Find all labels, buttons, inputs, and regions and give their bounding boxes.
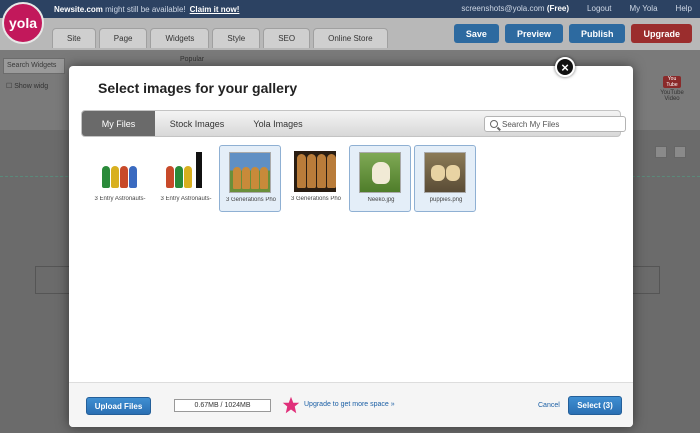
account-plan: (Free) (546, 4, 570, 13)
file-thumbnail[interactable]: 3 Generations Pho (285, 145, 347, 212)
file-thumbnail[interactable]: 3 Entry Astronauts- (89, 145, 151, 212)
astronauts-image (164, 151, 206, 192)
tab-stock-images[interactable]: Stock Images (155, 111, 239, 136)
file-thumbnail-selected[interactable]: 3 Generations Pho (219, 145, 281, 212)
top-bar: Newsite.com might still be available! Cl… (0, 0, 700, 18)
yola-logo[interactable]: yola (2, 2, 44, 44)
gallery-dialog: Select images for your gallery My Files … (69, 66, 633, 427)
editor-tabs: Site Page Widgets Style SEO Online Store (52, 28, 388, 48)
tab-online-store[interactable]: Online Store (313, 28, 388, 48)
file-thumbnail[interactable]: 3 Entry Astronauts- (155, 145, 217, 212)
puppies-image (424, 152, 466, 193)
tab-style[interactable]: Style (212, 28, 261, 48)
youtube-widget[interactable]: You Tube YouTube Video (652, 76, 692, 102)
show-widgets-label: Show widg (14, 83, 49, 90)
tab-my-files[interactable]: My Files (82, 111, 155, 136)
file-thumbnail-selected[interactable]: puppies.png (414, 145, 476, 212)
upload-files-button[interactable]: Upload Files (86, 397, 151, 415)
tab-yola-images[interactable]: Yola Images (239, 111, 317, 136)
account-email: screenshots@yola.com (461, 4, 545, 13)
source-tabs: My Files Stock Images Yola Images Search… (81, 110, 626, 137)
search-icon (490, 120, 498, 128)
file-search-input[interactable]: Search My Files (484, 116, 626, 132)
my-yola-link[interactable]: My Yola (630, 4, 658, 13)
white-dog-image (359, 152, 401, 193)
select-button[interactable]: Select (3) (568, 396, 622, 415)
astronauts-image (98, 151, 140, 192)
file-caption: 3 Entry Astronauts- (94, 196, 146, 202)
dialog-title: Select images for your gallery (98, 80, 298, 96)
file-caption: 3 Generations Pho (290, 196, 342, 202)
show-widgets-checkbox[interactable]: ☐ Show widg (6, 82, 48, 90)
tab-widgets[interactable]: Widgets (150, 28, 210, 48)
file-caption: Neeko.jpg (367, 197, 395, 203)
logout-link[interactable]: Logout (587, 4, 611, 13)
domain-availability: might still be available! (105, 4, 186, 14)
golden-retrievers-image (294, 151, 336, 192)
dialog-footer: Upload Files 0.67MB / 1024MB Upgrade to … (69, 382, 633, 427)
storage-usage: 0.67MB / 1024MB (174, 399, 271, 412)
settings-icon[interactable] (655, 146, 667, 158)
golden-retrievers-image (229, 152, 271, 193)
file-caption: puppies.png (429, 197, 463, 203)
account-links: screenshots@yola.com (Free) Logout My Yo… (461, 4, 692, 13)
domain-name: Newsite.com (54, 4, 103, 14)
file-grid: 3 Entry Astronauts- 3 Entry Astronauts- … (89, 145, 609, 213)
preview-button[interactable]: Preview (504, 24, 563, 43)
publish-button[interactable]: Publish (568, 24, 626, 43)
widget-search-input[interactable]: Search Widgets (3, 58, 65, 74)
upgrade-space-link[interactable]: Upgrade to get more space » (304, 401, 395, 408)
account-info: screenshots@yola.com (Free) (461, 4, 569, 13)
youtube-icon: You Tube (663, 76, 681, 88)
editor-actions: Save Preview Publish Upgrade (453, 24, 692, 43)
claim-link[interactable]: Claim it now! (190, 5, 240, 14)
help-link[interactable]: Help (676, 4, 692, 13)
save-button[interactable]: Save (453, 24, 499, 43)
tab-seo[interactable]: SEO (263, 28, 311, 48)
youtube-widget-label: YouTube Video (660, 90, 684, 102)
star-icon (282, 396, 300, 414)
file-search-placeholder: Search My Files (502, 119, 560, 129)
tab-site[interactable]: Site (52, 28, 96, 48)
expand-icon[interactable] (674, 146, 686, 158)
page: Newsite.com might still be available! Cl… (0, 0, 700, 433)
tab-page[interactable]: Page (98, 28, 148, 48)
cancel-link[interactable]: Cancel (538, 402, 560, 409)
close-icon[interactable]: × (555, 57, 575, 77)
file-thumbnail-selected[interactable]: Neeko.jpg (349, 145, 411, 212)
file-caption: 3 Generations Pho (225, 197, 277, 203)
popular-label: Popular (180, 56, 205, 63)
upgrade-button[interactable]: Upgrade (631, 24, 692, 43)
file-caption: 3 Entry Astronauts- (160, 196, 212, 202)
